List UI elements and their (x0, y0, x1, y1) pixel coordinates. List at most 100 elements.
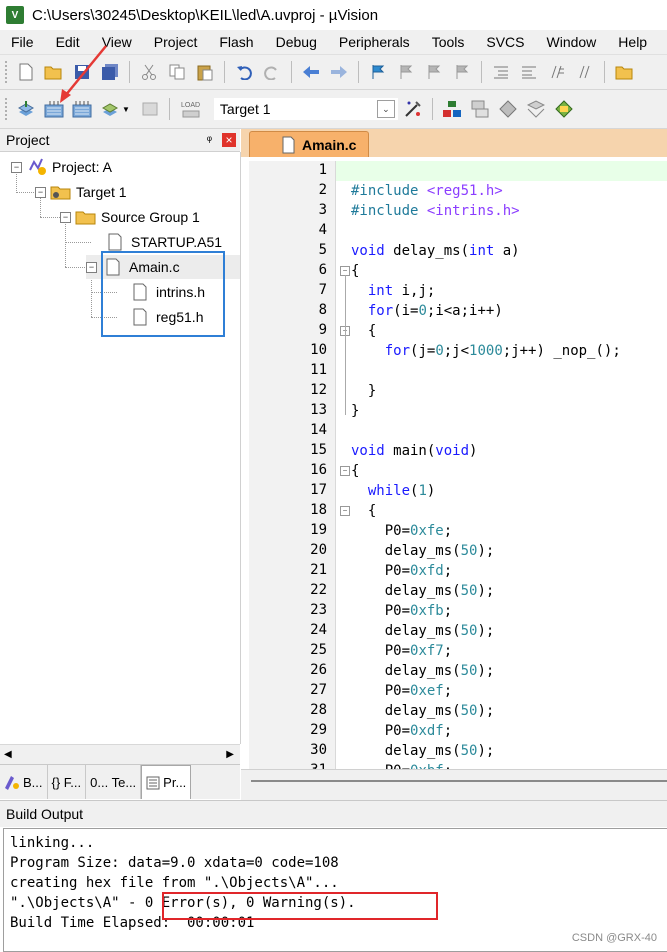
code-line: P0=0xbf; (351, 761, 452, 769)
menu-project[interactable]: Project (143, 30, 209, 54)
menu-view[interactable]: View (91, 30, 143, 54)
tab-project[interactable]: Pr... (141, 765, 192, 799)
code-line: for(j=0;j<1000;j++) _nop_(); (384, 343, 621, 359)
tab-templates[interactable]: 0... Te... (86, 765, 142, 799)
code-area[interactable]: #include <reg51.h> #include <intrins.h> vo… (351, 161, 667, 769)
batch-build-icon[interactable] (99, 98, 121, 120)
tree-item-project[interactable]: − Project: A (11, 155, 112, 179)
build-output-panel[interactable]: linking... Program Size: data=9.0 xdata=… (3, 828, 667, 952)
line-number: 20 (310, 542, 327, 558)
manage-components-icon[interactable] (441, 98, 463, 120)
scroll-thumb[interactable] (251, 780, 667, 782)
fold-marker-icon[interactable]: − (340, 466, 350, 476)
menu-flash[interactable]: Flash (208, 30, 264, 54)
build-icon[interactable] (43, 98, 65, 120)
code-line: P0=0xfe; (351, 523, 453, 539)
tree-item-source-group[interactable]: − Source Group 1 (60, 205, 200, 229)
target-options-icon[interactable] (402, 98, 424, 120)
bookmark-clear-icon[interactable] (451, 61, 473, 83)
tab-amain-c[interactable]: Amain.c (249, 131, 369, 158)
new-file-icon[interactable] (15, 61, 37, 83)
unindent-icon[interactable] (518, 61, 540, 83)
stop-build-icon[interactable] (139, 98, 161, 120)
code-line: P0=0xef; (351, 683, 453, 699)
project-tree: − Project: A − Target 1 − Source Group 1… (0, 152, 241, 744)
scroll-right-icon[interactable]: ▶ (226, 749, 234, 760)
fold-marker-icon[interactable]: − (340, 506, 350, 516)
dropdown-arrow-icon[interactable]: ▼ (122, 105, 130, 114)
menu-window[interactable]: Window (536, 30, 608, 54)
rebuild-icon[interactable] (71, 98, 93, 120)
nav-back-icon[interactable] (300, 61, 322, 83)
fold-line (345, 275, 346, 415)
scroll-left-icon[interactable]: ◀ (4, 749, 12, 760)
open-folder-icon[interactable] (43, 61, 65, 83)
pin-icon[interactable]: ᵠ (207, 133, 212, 147)
project-horizontal-scrollbar[interactable]: ◀ ▶ (0, 744, 240, 765)
menu-tools[interactable]: Tools (421, 30, 476, 54)
target-select[interactable]: Target 1 ⌄ (212, 97, 399, 121)
undo-icon[interactable] (233, 61, 255, 83)
save-all-icon[interactable] (99, 61, 121, 83)
code-line: P0=0xdf; (351, 723, 453, 739)
line-number: 10 (310, 342, 327, 358)
editor-tab-label: Amain.c (302, 137, 357, 153)
menu-file[interactable]: File (0, 30, 45, 54)
code-line: delay_ms(50); (351, 703, 495, 719)
tree-item-target[interactable]: − Target 1 (35, 180, 127, 204)
cut-icon[interactable] (138, 61, 160, 83)
rte-config-icon[interactable] (553, 98, 575, 120)
find-in-files-icon[interactable] (613, 61, 635, 83)
output-line: linking... (10, 835, 95, 851)
redo-icon[interactable] (261, 61, 283, 83)
line-number: 17 (310, 482, 327, 498)
menu-debug[interactable]: Debug (265, 30, 328, 54)
menu-edit[interactable]: Edit (45, 30, 91, 54)
collapse-toggle-icon[interactable]: − (60, 211, 71, 223)
uncomment-icon[interactable] (574, 61, 596, 83)
project-panel-header: Project ᵠ × (0, 129, 240, 152)
editor-tab-bar: Amain.c (241, 129, 667, 158)
pack-installer-icon[interactable] (497, 98, 519, 120)
separator (604, 61, 605, 83)
tab-books[interactable]: B... (0, 765, 48, 799)
bookmark-icon[interactable] (367, 61, 389, 83)
line-number: 11 (310, 362, 327, 378)
tab-functions[interactable]: {} F... (48, 765, 87, 799)
bookmark-next-icon[interactable] (423, 61, 445, 83)
close-icon[interactable]: × (222, 133, 236, 147)
collapse-toggle-icon[interactable]: − (35, 186, 46, 198)
bookmark-prev-icon[interactable] (395, 61, 417, 83)
line-number: 13 (310, 402, 327, 418)
output-line: Program Size: data=9.0 xdata=0 code=108 (10, 855, 339, 871)
line-number-gutter: 1 2 3 4 5 6 7 8 9 10 11 12 13 14 15 16 17 18 19 20 21 22 23 24 2… (249, 161, 336, 778)
file-icon (108, 233, 122, 251)
save-icon[interactable] (71, 61, 93, 83)
load-download-icon[interactable]: LOAD (178, 98, 204, 120)
code-line: delay_ms(50); (351, 543, 495, 559)
editor-horizontal-scrollbar[interactable] (241, 769, 667, 800)
menu-help[interactable]: Help (607, 30, 658, 54)
code-line: void delay_ms(int a) (351, 243, 520, 259)
line-number: 30 (310, 742, 327, 758)
file-icon (282, 136, 295, 154)
copy-icon[interactable] (166, 61, 188, 83)
translate-icon[interactable] (15, 98, 37, 120)
menu-svcs[interactable]: SVCS (475, 30, 535, 54)
indent-icon[interactable] (490, 61, 512, 83)
nav-forward-icon[interactable] (328, 61, 350, 83)
comment-icon[interactable] (546, 61, 568, 83)
select-packs-icon[interactable] (525, 98, 547, 120)
menu-peripherals[interactable]: Peripherals (328, 30, 421, 54)
blue-highlight-box (101, 251, 225, 337)
file-extensions-icon[interactable] (469, 98, 491, 120)
code-line: delay_ms(50); (351, 623, 495, 639)
code-editor[interactable]: 1 2 3 4 5 6 7 8 9 10 11 12 13 14 15 16 17 18 19 20 21 22 23 24 2… (241, 157, 667, 778)
paste-icon[interactable] (194, 61, 216, 83)
separator (358, 61, 359, 83)
separator (168, 98, 170, 120)
code-line: for(i=0;i<a;i++) (367, 303, 503, 319)
collapse-toggle-icon[interactable]: − (86, 261, 97, 273)
chevron-down-icon[interactable]: ⌄ (376, 100, 395, 118)
collapse-toggle-icon[interactable]: − (11, 161, 22, 173)
